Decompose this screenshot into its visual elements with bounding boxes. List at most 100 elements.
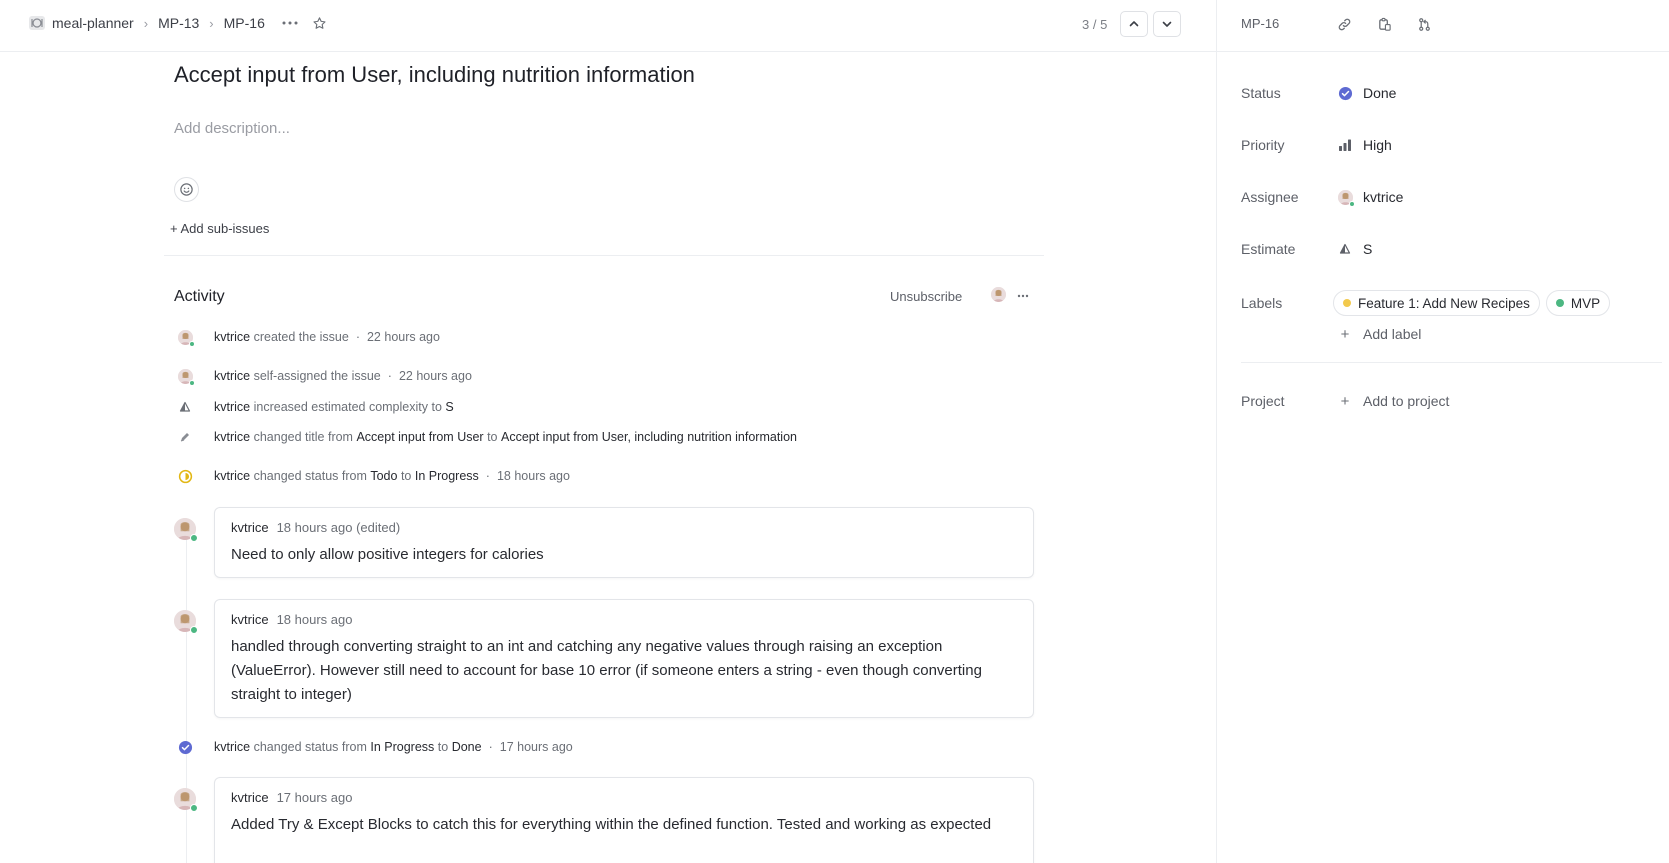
comment-author[interactable]: kvtrice: [231, 520, 269, 535]
comment-author[interactable]: kvtrice: [231, 612, 269, 627]
label-chip-name: Feature 1: Add New Recipes: [1358, 295, 1530, 311]
description-input[interactable]: Add description...: [174, 120, 290, 137]
event-time[interactable]: 17 hours ago: [500, 740, 573, 754]
add-to-project-text: Add to project: [1363, 393, 1450, 409]
activity-more-icon[interactable]: [1012, 286, 1034, 306]
online-indicator: [1348, 200, 1355, 207]
label-chip-name: MVP: [1570, 295, 1601, 311]
done-status-icon: [1337, 85, 1353, 101]
activity-event: kvtrice increased estimated complexity t…: [214, 400, 454, 414]
comment-author-avatar[interactable]: [174, 610, 198, 634]
add-label-button[interactable]: + Add label: [1337, 326, 1422, 343]
comment-time[interactable]: 18 hours ago: [277, 612, 353, 627]
estimate-label: Estimate: [1241, 241, 1296, 257]
add-to-project-button[interactable]: + Add to project: [1337, 393, 1450, 410]
comment-time[interactable]: 17 hours ago: [277, 790, 353, 805]
labels-property: Labels Feature 1: Add New Recipes MVP: [1241, 289, 1616, 317]
issue-title[interactable]: Accept input from User, including nutrit…: [174, 62, 695, 88]
subscriber-avatar[interactable]: [991, 287, 1006, 302]
event-user[interactable]: kvtrice: [214, 740, 250, 754]
star-icon[interactable]: [307, 10, 333, 36]
status-property: Status Done: [1241, 79, 1396, 107]
unsubscribe-button[interactable]: Unsubscribe: [890, 289, 962, 304]
event-action: changed status from: [253, 469, 367, 483]
comment-card[interactable]: kvtrice 17 hours ago Added Try & Except B…: [214, 777, 1034, 863]
breadcrumb-team[interactable]: meal-planner: [52, 15, 134, 31]
project-label: Project: [1241, 393, 1285, 409]
more-options-icon[interactable]: [277, 10, 303, 36]
in-progress-status-icon: [176, 467, 194, 485]
status-selector[interactable]: Done: [1337, 85, 1396, 101]
chevron-down-icon: [1162, 21, 1172, 27]
event-action: created the issue: [253, 330, 349, 344]
event-time[interactable]: 22 hours ago: [399, 369, 472, 383]
breadcrumb-parent-issue[interactable]: MP-13: [158, 15, 199, 31]
comment-header: kvtrice 18 hours ago (edited): [231, 520, 1017, 535]
label-color-dot: [1555, 299, 1564, 307]
chevron-up-icon: [1129, 21, 1139, 27]
event-action: increased estimated complexity to: [253, 400, 442, 414]
comment-card[interactable]: kvtrice 18 hours ago handled through conv…: [214, 599, 1034, 718]
event-user[interactable]: kvtrice: [214, 469, 250, 483]
divider: [1241, 362, 1662, 363]
next-issue-button[interactable]: [1153, 11, 1182, 37]
event-user[interactable]: kvtrice: [214, 330, 250, 344]
timeline-line: [186, 520, 187, 863]
comment-body: Added Try & Except Blocks to catch this …: [231, 816, 992, 833]
event-from: Accept input from User: [356, 430, 484, 444]
sidebar-header: MP-16: [1217, 0, 1669, 52]
estimate-property: Estimate S: [1241, 235, 1372, 263]
online-indicator: [188, 340, 195, 347]
pencil-icon: [176, 428, 194, 446]
activity-event: kvtrice created the issue · 22 hours ago: [214, 330, 440, 344]
online-indicator: [190, 626, 198, 634]
add-reaction-button[interactable]: [174, 177, 199, 202]
label-chip-feature-1[interactable]: Feature 1: Add New Recipes: [1333, 290, 1540, 316]
add-label-row: + Add label: [1337, 320, 1422, 348]
breadcrumb-current-issue[interactable]: MP-16: [224, 15, 265, 31]
comment-header: kvtrice 17 hours ago: [231, 790, 1017, 805]
event-to: In Progress: [414, 469, 479, 483]
event-to-word: to: [400, 469, 412, 483]
project-property: Project + Add to project: [1241, 387, 1449, 415]
estimate-value: S: [1363, 241, 1373, 257]
issue-properties-sidebar: MP-16 Status Done Priority High Assignee…: [1216, 0, 1669, 863]
chevron-right-icon: ›: [209, 15, 214, 31]
comment-card[interactable]: kvtrice 18 hours ago (edited) Need to onl…: [214, 507, 1034, 578]
event-to: Done: [451, 740, 482, 754]
event-time[interactable]: 22 hours ago: [367, 330, 440, 344]
label-chip-mvp[interactable]: MVP: [1545, 290, 1611, 316]
activity-event: kvtrice self-assigned the issue · 22 hours…: [214, 369, 472, 383]
comment-author-avatar[interactable]: [174, 788, 198, 812]
priority-high-icon: [1337, 137, 1353, 153]
comment-author-avatar[interactable]: [174, 518, 198, 542]
copy-id-icon[interactable]: [1373, 13, 1395, 35]
comment-time[interactable]: 18 hours ago (edited): [277, 520, 401, 535]
assignee-selector[interactable]: kvtrice: [1337, 189, 1404, 207]
assignee-value: kvtrice: [1363, 189, 1404, 205]
add-sub-issues-button[interactable]: + Add sub-issues: [170, 221, 269, 236]
priority-selector[interactable]: High: [1337, 137, 1392, 153]
user-avatar: [176, 328, 195, 347]
event-user[interactable]: kvtrice: [214, 400, 250, 414]
event-to-word: to: [437, 740, 449, 754]
breadcrumb: meal-planner › MP-13 › MP-16: [28, 13, 333, 33]
event-user[interactable]: kvtrice: [214, 430, 250, 444]
done-status-icon: [176, 738, 194, 756]
event-value: S: [445, 400, 454, 414]
comment-author[interactable]: kvtrice: [231, 790, 269, 805]
link-icon[interactable]: [1333, 13, 1355, 35]
event-user[interactable]: kvtrice: [214, 369, 250, 383]
online-indicator: [190, 534, 198, 542]
estimate-selector[interactable]: S: [1337, 241, 1372, 257]
add-label-text: Add label: [1363, 326, 1422, 342]
plate-icon: [28, 14, 46, 32]
event-time[interactable]: 18 hours ago: [497, 469, 570, 483]
status-label: Status: [1241, 85, 1281, 101]
issue-id: MP-16: [1241, 16, 1280, 31]
event-action: changed status from: [253, 740, 367, 754]
label-color-dot: [1343, 299, 1351, 307]
branch-icon[interactable]: [1413, 13, 1435, 35]
divider: [164, 255, 1044, 256]
previous-issue-button[interactable]: [1120, 11, 1149, 37]
